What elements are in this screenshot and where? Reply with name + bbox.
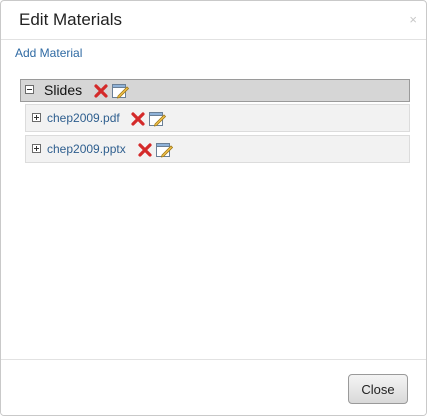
tree-file-row[interactable]: chep2009.pptx [25,135,410,163]
folder-label[interactable]: Slides [44,82,82,98]
edit-icon[interactable] [149,111,167,127]
dialog-header: Edit Materials × [1,1,426,40]
close-icon[interactable]: × [409,12,417,27]
expand-toggle-icon[interactable] [32,113,41,122]
delete-icon[interactable] [130,111,146,127]
tree-file-row[interactable]: chep2009.pdf [25,104,410,132]
delete-icon[interactable] [93,83,109,99]
file-label[interactable]: chep2009.pdf [47,111,120,125]
dialog-title: Edit Materials [19,10,122,29]
tree-folder-row[interactable]: Slides [20,79,410,102]
expand-toggle-icon[interactable] [32,144,41,153]
edit-materials-dialog: Edit Materials × Add Material Slides che… [0,0,427,416]
close-button[interactable]: Close [348,374,408,404]
edit-icon[interactable] [112,83,130,99]
delete-icon[interactable] [137,142,153,158]
add-material-link[interactable]: Add Material [15,46,82,60]
file-label[interactable]: chep2009.pptx [47,142,126,156]
collapse-toggle-icon[interactable] [25,85,34,94]
dialog-footer: Close [1,359,426,415]
edit-icon[interactable] [156,142,174,158]
